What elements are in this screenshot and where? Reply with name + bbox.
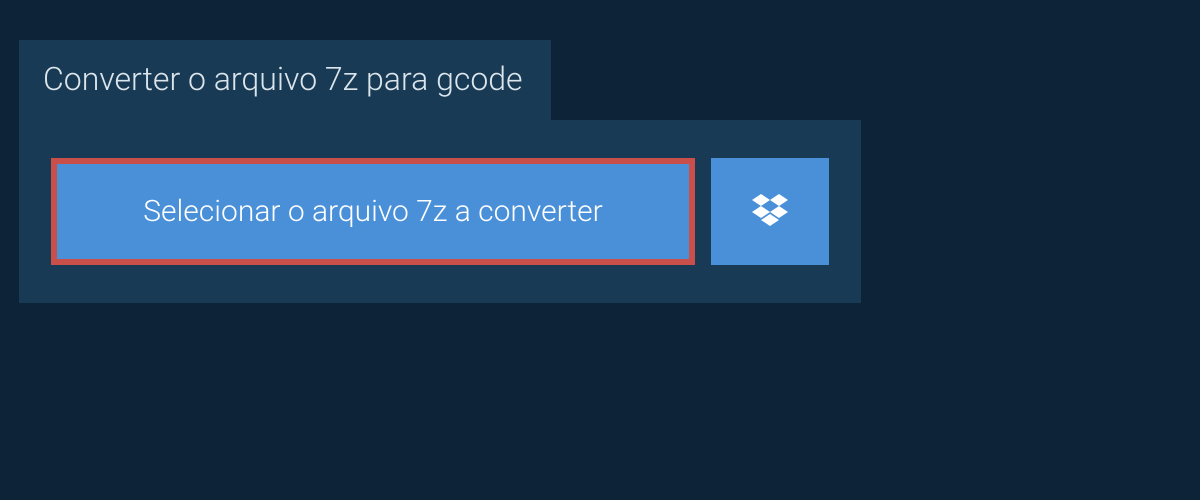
select-file-button[interactable]: Selecionar o arquivo 7z a converter [51,158,695,265]
dropbox-button[interactable] [711,158,829,265]
select-file-button-label: Selecionar o arquivo 7z a converter [143,194,603,229]
tab-title: Converter o arquivo 7z para gcode [43,60,523,98]
converter-tab: Converter o arquivo 7z para gcode [19,40,551,120]
dropbox-icon [752,194,788,230]
converter-panel: Selecionar o arquivo 7z a converter [19,120,861,303]
